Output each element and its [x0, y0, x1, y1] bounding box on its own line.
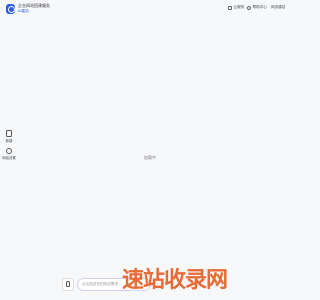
attach-button[interactable]: [62, 277, 74, 291]
top-bar: 企业网站搭建服务 AI建站 云服务 帮助中心 网页建站: [0, 0, 300, 18]
user-icon: [247, 5, 251, 10]
nav-item-build[interactable]: 网页建站: [271, 5, 285, 10]
cloud-icon: [228, 5, 232, 10]
logo[interactable]: [6, 4, 15, 14]
brand-subtitle: AI建站: [18, 9, 29, 13]
nav-item-label: 帮助中心: [252, 5, 267, 9]
sidebar-item-label: 新建: [5, 139, 13, 143]
empty-state-label: 加载中: [144, 155, 156, 160]
paperclip-icon: [66, 281, 70, 287]
watermark: 速站收录网: [122, 262, 228, 294]
new-document-icon: [6, 130, 12, 137]
sidebar-item-new[interactable]: 新建: [5, 130, 13, 143]
nav-item-label: 云服务: [233, 5, 245, 9]
nav-item-cloud[interactable]: 云服务: [228, 5, 244, 10]
nav-item-help[interactable]: 帮助中心: [247, 5, 267, 10]
settings-icon: [6, 148, 12, 154]
watermark-text: 速站收录网: [122, 268, 228, 293]
nav-item-label: 网页建站: [271, 5, 286, 9]
